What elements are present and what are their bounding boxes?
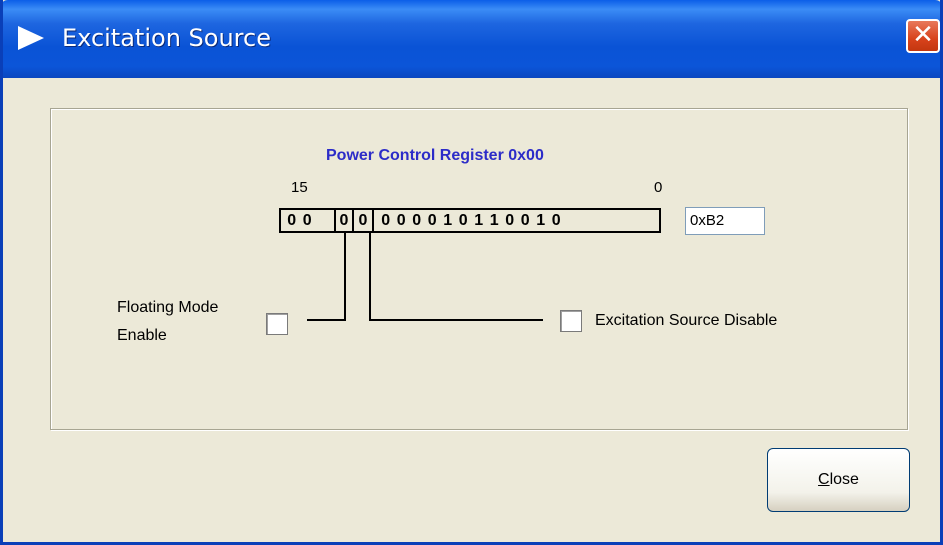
bit-group-floating: 0 <box>334 208 354 233</box>
floating-connector-horizontal <box>307 319 346 321</box>
title-bar[interactable]: Excitation Source ✕ <box>3 0 940 78</box>
msb-bit-label: 15 <box>291 179 308 196</box>
register-bit-display: 0 0 0 0 0 0 0 0 1 0 1 1 0 0 1 0 <box>279 208 661 233</box>
bit-10: 0 <box>396 211 406 229</box>
bit-7: 1 <box>443 211 453 229</box>
bit-0: 0 <box>551 211 561 229</box>
register-hex-input[interactable]: 0xB2 <box>685 207 765 235</box>
bit-9: 0 <box>412 211 422 229</box>
floating-mode-checkbox[interactable] <box>266 313 288 335</box>
floating-mode-label-line1: Floating Mode <box>117 299 219 316</box>
excitation-source-dialog: Excitation Source ✕ Power Control Regist… <box>0 0 943 545</box>
bit-12-excitation-disable: 0 <box>358 211 368 229</box>
lsb-bit-label: 0 <box>654 179 663 196</box>
bit-group-excitation: 0 <box>352 208 374 233</box>
bit-2: 0 <box>520 211 530 229</box>
bit-15: 0 <box>287 211 297 229</box>
register-title: Power Control Register 0x00 <box>326 147 544 164</box>
play-triangle-icon <box>18 26 44 50</box>
bit-11: 0 <box>381 211 391 229</box>
bit-4: 1 <box>489 211 499 229</box>
bit-1: 1 <box>536 211 546 229</box>
close-button[interactable]: Close <box>767 448 910 512</box>
bit-group-high: 0 0 <box>279 208 336 233</box>
excitation-connector-horizontal <box>369 319 543 321</box>
bit-14: 0 <box>302 211 312 229</box>
bit-8: 0 <box>427 211 437 229</box>
bit-13-floating-mode: 0 <box>339 211 349 229</box>
bit-6: 0 <box>458 211 468 229</box>
excitation-disable-label: Excitation Source Disable <box>595 312 778 329</box>
excitation-connector-vertical <box>369 233 371 321</box>
excitation-disable-checkbox[interactable] <box>560 310 582 332</box>
close-button-mnemonic: C <box>818 471 830 488</box>
close-button-label: lose <box>829 471 859 488</box>
bit-group-low: 0 0 0 0 1 0 1 1 0 0 1 0 <box>372 208 661 233</box>
bit-3: 0 <box>505 211 515 229</box>
floating-mode-label-line2: Enable <box>117 327 167 344</box>
window-title: Excitation Source <box>62 24 271 52</box>
close-window-button[interactable]: ✕ <box>906 19 940 53</box>
floating-connector-vertical <box>344 233 346 321</box>
bit-5: 1 <box>474 211 484 229</box>
